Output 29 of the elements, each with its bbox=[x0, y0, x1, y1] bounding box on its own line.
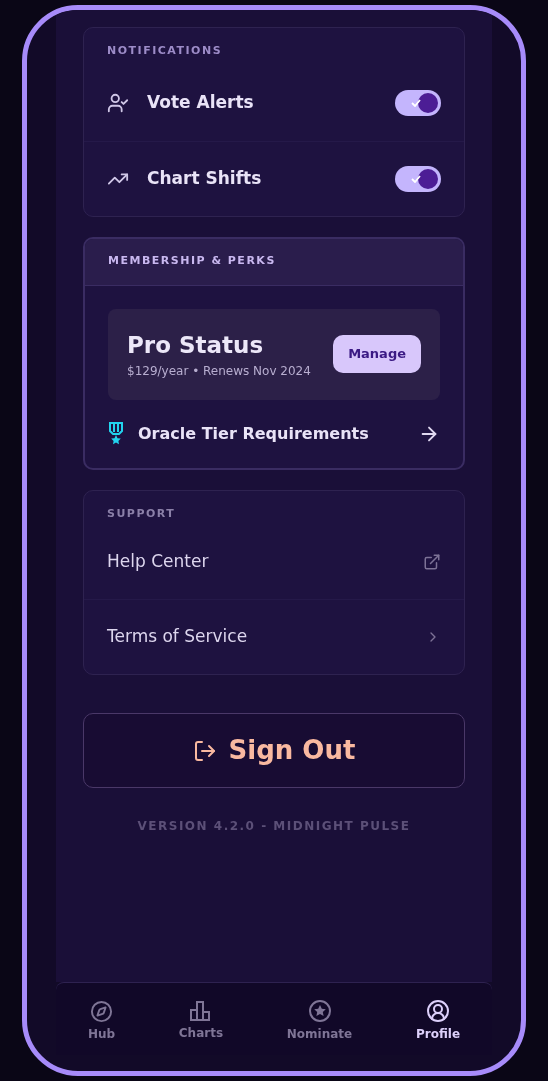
check-icon bbox=[411, 174, 421, 183]
check-icon bbox=[411, 99, 421, 107]
plan-title: Pro Status bbox=[127, 330, 265, 360]
profile-icon bbox=[426, 999, 451, 1023]
toggle-switch[interactable] bbox=[395, 165, 441, 192]
link-label: Oracle Tier Requirements bbox=[138, 422, 370, 445]
sign-out-button[interactable]: Sign Out bbox=[83, 713, 465, 788]
nav-tab[interactable]: Charts bbox=[178, 1000, 224, 1042]
medal-icon bbox=[108, 421, 124, 446]
nav-tab[interactable]: Hub bbox=[87, 999, 116, 1043]
version-text: VERSION 4.2.0 - MIDNIGHT PULSE bbox=[136, 818, 412, 835]
sign-out-icon bbox=[192, 738, 217, 763]
nav-tab[interactable]: Profile bbox=[416, 999, 461, 1043]
section-heading: MEMBERSHIP & PERKS bbox=[108, 253, 276, 270]
bar-chart-icon bbox=[188, 1000, 213, 1022]
setting-label: Chart Shifts bbox=[147, 166, 263, 190]
external-link-icon bbox=[423, 552, 441, 571]
section-heading: NOTIFICATIONS bbox=[106, 43, 224, 59]
support-link[interactable]: Help Center bbox=[84, 524, 464, 599]
plan-details: $129/year • Renews Nov 2024 bbox=[127, 363, 312, 381]
setting-label: Vote Alerts bbox=[147, 91, 255, 115]
manage-button[interactable]: Manage bbox=[333, 335, 421, 373]
user-check-icon bbox=[107, 92, 129, 114]
toggle-switch[interactable] bbox=[395, 90, 441, 116]
compass-icon bbox=[89, 999, 113, 1023]
nav-tab[interactable]: Nominate bbox=[286, 999, 353, 1043]
section-heading: SUPPORT bbox=[106, 505, 177, 522]
support-link[interactable]: Terms of Service bbox=[84, 599, 464, 674]
oracle-tier-link[interactable]: Oracle Tier Requirements bbox=[85, 399, 463, 468]
